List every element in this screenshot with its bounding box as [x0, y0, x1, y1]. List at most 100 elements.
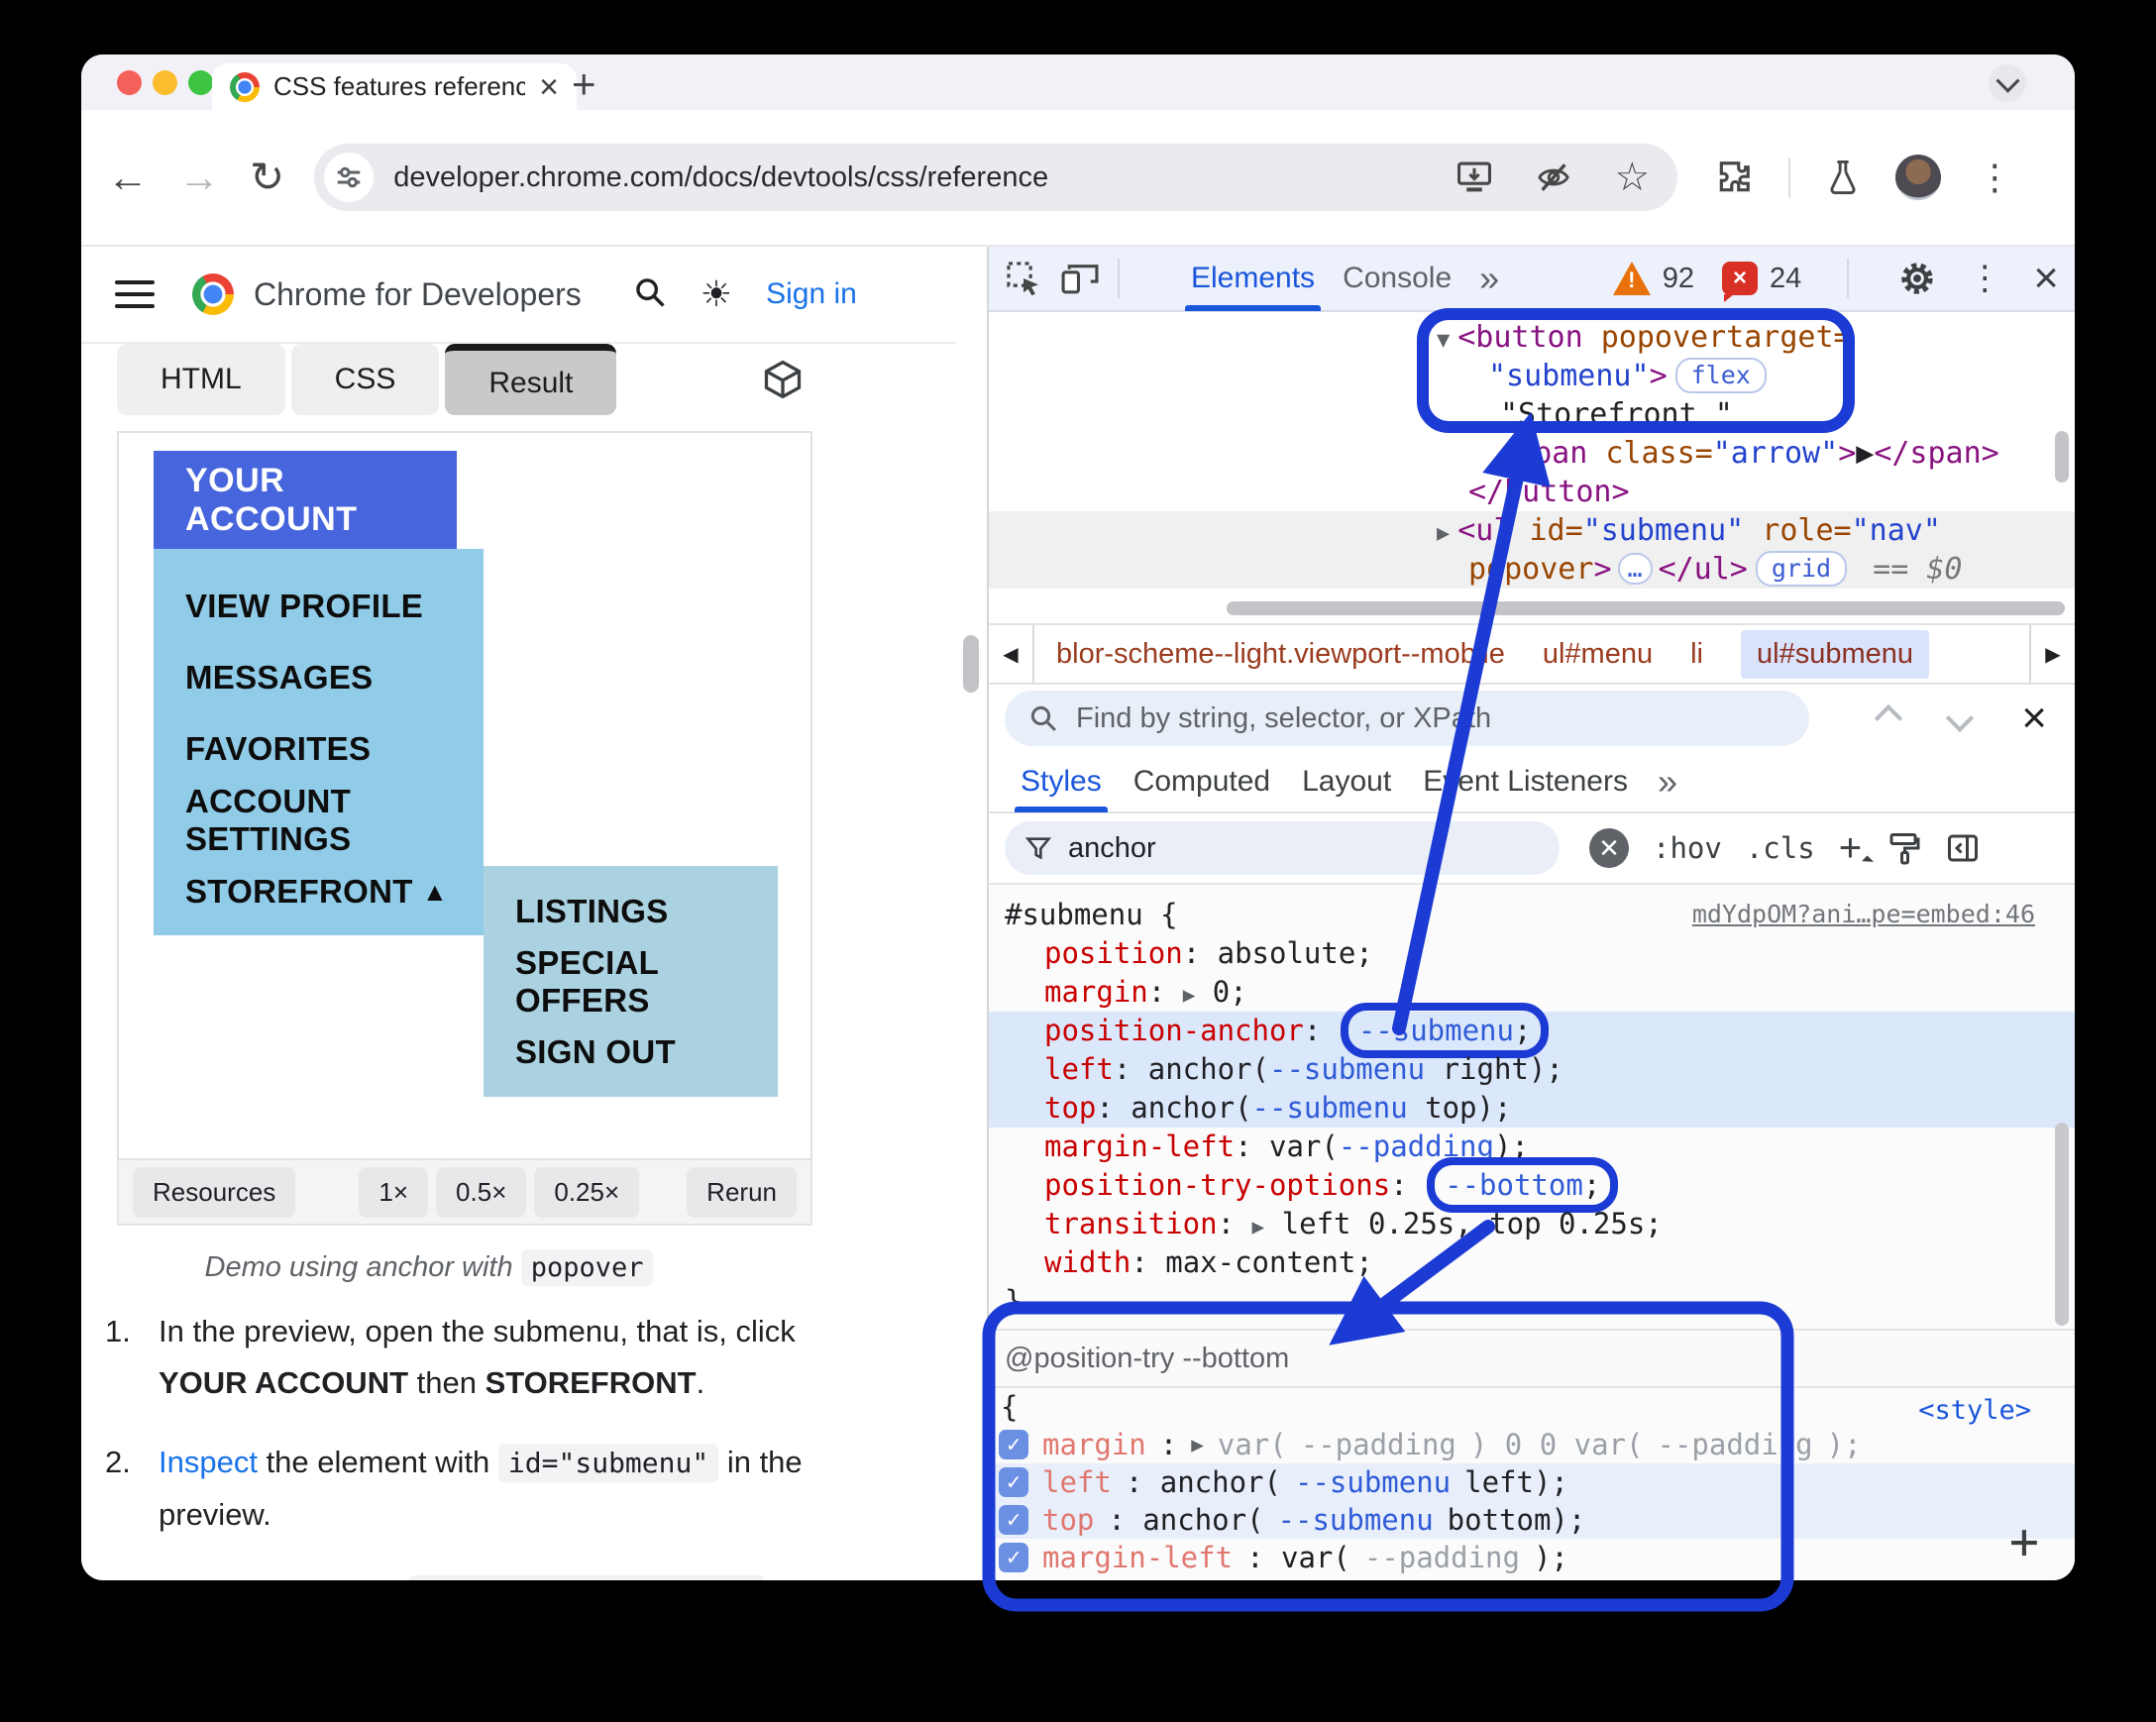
- resources-button[interactable]: Resources: [133, 1166, 296, 1218]
- css-declaration[interactable]: ✓ margin-left: var(--padding);: [989, 1539, 2075, 1576]
- address-bar[interactable]: developer.chrome.com/docs/devtools/css/r…: [314, 144, 1678, 211]
- class-toggle-button[interactable]: .cls: [1746, 831, 1815, 865]
- breadcrumb-item[interactable]: ul#menu: [1543, 638, 1653, 671]
- css-declaration[interactable]: position-try-options: --bottom;: [989, 1157, 2075, 1213]
- grid-badge[interactable]: grid: [1755, 551, 1848, 587]
- find-next-icon[interactable]: [1946, 703, 1975, 733]
- declaration-checkbox[interactable]: ✓: [999, 1543, 1028, 1572]
- eye-off-icon[interactable]: [1535, 161, 1572, 194]
- site-settings-icon[interactable]: [324, 153, 375, 202]
- find-close-icon[interactable]: ×: [2021, 697, 2047, 740]
- dom-tree-node[interactable]: popover>… </ul> grid == $0: [989, 550, 2075, 589]
- find-input[interactable]: Find by string, selector, or XPath: [1005, 691, 1809, 746]
- position-try-header[interactable]: @position-try --bottom: [989, 1331, 2075, 1388]
- sidebar-tab-event-listeners[interactable]: Event Listeners: [1407, 751, 1644, 812]
- experiments-flask-icon[interactable]: [1826, 159, 1860, 196]
- sidebar-tab-styles[interactable]: Styles: [1005, 751, 1118, 812]
- hamburger-menu-icon[interactable]: [115, 280, 155, 308]
- add-rule-plus-icon[interactable]: +: [2009, 1517, 2039, 1566]
- browser-menu-icon[interactable]: ⋮: [1977, 157, 2012, 198]
- profile-avatar[interactable]: [1895, 155, 1942, 200]
- your-account-button[interactable]: YOUR ACCOUNT: [154, 451, 457, 549]
- devtools-menu-icon[interactable]: ⋮: [1968, 259, 2001, 298]
- browser-tab[interactable]: CSS features reference | Chr ×: [212, 63, 577, 110]
- css-declaration[interactable]: width: max-content;: [989, 1243, 2075, 1282]
- css-declaration[interactable]: ✓ top: anchor(--submenu bottom);: [989, 1501, 2075, 1539]
- error-icon[interactable]: ×: [1722, 262, 1759, 302]
- submenu-item[interactable]: LISTINGS: [484, 876, 778, 946]
- breadcrumb-right-icon[interactable]: ▶: [2029, 625, 2075, 683]
- back-button[interactable]: ←: [107, 157, 149, 198]
- hover-state-button[interactable]: :hov: [1653, 831, 1722, 865]
- reload-button[interactable]: ↻: [250, 157, 284, 198]
- bookmark-star-icon[interactable]: ☆: [1614, 158, 1650, 197]
- rendering-brush-icon[interactable]: [1886, 830, 1921, 866]
- site-brand[interactable]: Chrome for Developers: [254, 276, 582, 313]
- install-page-icon[interactable]: [1455, 161, 1493, 194]
- css-declaration[interactable]: top: anchor(--submenu top);: [989, 1089, 2075, 1128]
- declaration-checkbox[interactable]: ✓: [999, 1505, 1028, 1535]
- sidebar-tab-layout[interactable]: Layout: [1286, 751, 1407, 812]
- breadcrumb-item[interactable]: blor-scheme--light.viewport--mobile: [1056, 638, 1505, 671]
- scale-button[interactable]: 0.25×: [534, 1166, 640, 1218]
- tab-close-icon[interactable]: ×: [539, 70, 559, 104]
- demo-tab-css[interactable]: CSS: [290, 344, 440, 415]
- scale-button[interactable]: 0.5×: [436, 1166, 527, 1218]
- vertical-scrollbar[interactable]: [2055, 431, 2069, 483]
- scale-button[interactable]: 1×: [359, 1166, 429, 1218]
- dom-tree-node[interactable]: <span class="arrow">▶</span>: [989, 434, 2075, 473]
- extensions-icon[interactable]: [1715, 159, 1753, 196]
- sign-in-link[interactable]: Sign in: [766, 277, 857, 311]
- menu-item[interactable]: FAVORITES: [154, 713, 484, 785]
- menu-item[interactable]: STOREFRONT ▲: [154, 856, 484, 927]
- dom-tree-node[interactable]: </button>: [989, 473, 2075, 511]
- more-tabs-icon[interactable]: »: [1479, 258, 1499, 299]
- filter-value[interactable]: anchor: [1068, 832, 1156, 865]
- warning-icon[interactable]: !: [1612, 262, 1651, 295]
- warning-count[interactable]: 92: [1663, 263, 1694, 295]
- zoom-window-button[interactable]: [188, 70, 213, 95]
- breadcrumb-item[interactable]: ul#submenu: [1741, 629, 1929, 679]
- scrollbar-thumb[interactable]: [963, 635, 979, 693]
- find-previous-icon[interactable]: [1875, 703, 1903, 733]
- demo-tab-html[interactable]: HTML: [117, 344, 285, 415]
- submenu-item[interactable]: SPECIAL OFFERS: [484, 944, 778, 1019]
- filter-input[interactable]: anchor: [1005, 821, 1560, 875]
- dom-tree-node[interactable]: ▼ <button popovertarget=: [989, 318, 2075, 357]
- rule-source-link[interactable]: mdYdpOM?ani…pe=embed:46: [1692, 895, 2035, 934]
- device-toolbar-icon[interactable]: [1060, 260, 1100, 297]
- dom-tree-node[interactable]: ▶ <ul id="submenu" role="nav": [989, 511, 2075, 550]
- new-tab-button[interactable]: +: [572, 60, 596, 108]
- css-declaration[interactable]: left: anchor(--submenu right);: [989, 1050, 2075, 1089]
- embed-cube-icon[interactable]: [761, 358, 805, 406]
- theme-toggle-icon[interactable]: ☀: [701, 273, 732, 315]
- settings-gear-icon[interactable]: [1898, 260, 1936, 297]
- devtools-tab-elements[interactable]: Elements: [1177, 247, 1329, 311]
- sidebar-toggle-icon[interactable]: [1945, 830, 1981, 866]
- devtools-tab-console[interactable]: Console: [1329, 247, 1465, 311]
- devtools-close-icon[interactable]: ×: [2033, 257, 2059, 300]
- search-icon[interactable]: [633, 275, 667, 314]
- dom-tree-node[interactable]: "Storefront ": [989, 395, 2075, 434]
- inspect-link[interactable]: Inspect: [159, 1445, 258, 1479]
- css-declaration[interactable]: ✓ margin: ▶ var(--padding) 0 0 var(--padd…: [989, 1426, 2075, 1463]
- css-declaration[interactable]: position: absolute;: [989, 934, 2075, 973]
- flex-badge[interactable]: flex: [1674, 358, 1767, 393]
- inspect-element-icon[interactable]: [1005, 260, 1042, 297]
- page-scrollbar[interactable]: [956, 247, 989, 1580]
- filter-clear-icon[interactable]: ✕: [1589, 828, 1629, 868]
- demo-tab-result[interactable]: Result: [445, 344, 617, 415]
- close-window-button[interactable]: [117, 70, 142, 95]
- dom-tree-node[interactable]: "submenu"> flex: [989, 357, 2075, 395]
- rule-selector[interactable]: #submenu {: [1005, 898, 1178, 931]
- new-style-rule-button[interactable]: +: [1839, 828, 1862, 868]
- horizontal-scrollbar[interactable]: [1227, 601, 2065, 615]
- sidebar-more-icon[interactable]: »: [1658, 761, 1677, 803]
- menu-item[interactable]: MESSAGES: [154, 642, 484, 713]
- rerun-button[interactable]: Rerun: [687, 1166, 797, 1218]
- css-declaration[interactable]: ✓ left: anchor(--submenu left);: [989, 1463, 2075, 1501]
- style-source-link[interactable]: <style>: [1918, 1392, 2031, 1430]
- menu-item[interactable]: ACCOUNT SETTINGS: [154, 783, 484, 857]
- tab-search-button[interactable]: [1989, 64, 2026, 102]
- breadcrumb-item[interactable]: li: [1690, 638, 1703, 671]
